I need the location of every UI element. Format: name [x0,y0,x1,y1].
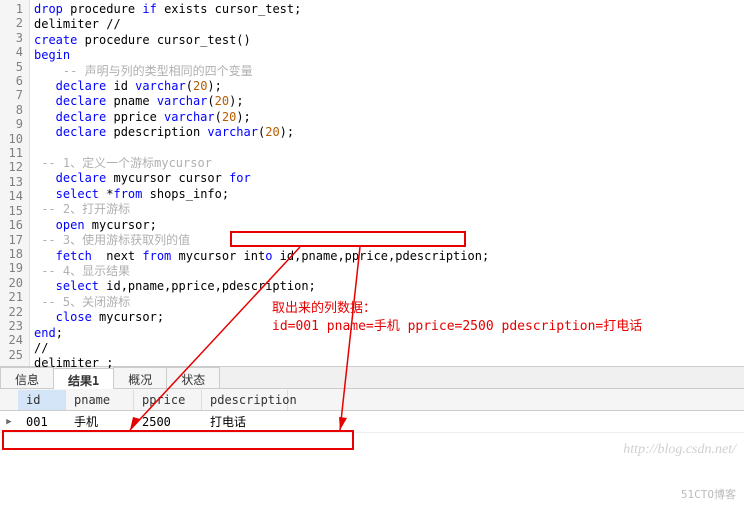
cell-pprice[interactable]: 2500 [134,412,202,432]
watermark-brand: 51CTO博客 [681,486,736,502]
result-grid: id pname pprice pdescription ▶ 001 手机 25… [0,389,744,433]
tab-info[interactable]: 信息 [0,367,54,388]
annotation-line1: 取出来的列数据： [272,300,642,318]
line-num: 16 [0,218,23,232]
line-num: 5 [0,60,23,74]
line-num: 23 [0,319,23,333]
line-num: 19 [0,261,23,275]
line-num: 25 [0,348,23,362]
line-num: 15 [0,204,23,218]
line-num: 1 [0,2,23,16]
result-tabs: 信息 结果1 概况 状态 [0,367,744,389]
line-num: 6 [0,74,23,88]
grid-header-pname[interactable]: pname [66,390,134,410]
line-num: 21 [0,290,23,304]
grid-header-pdescription[interactable]: pdescription [202,390,288,410]
line-num-fold[interactable]: 4 [0,45,23,59]
line-num: 3 [0,31,23,45]
cell-id[interactable]: 001 [18,412,66,432]
line-num: 8 [0,103,23,117]
line-gutter: 1 2 3 4 5 6 7 8 9 10 11 12 13 14 15 16 1… [0,0,30,366]
highlight-box-row [2,430,354,450]
watermark-url: http://blog.csdn.net/ [623,442,736,458]
line-num: 17 [0,233,23,247]
grid-header-id[interactable]: id [18,390,66,410]
annotation-line2: id=001 pname=手机 pprice=2500 pdescription… [272,318,642,336]
line-num: 14 [0,189,23,203]
line-num: 7 [0,88,23,102]
tab-profile[interactable]: 概况 [113,367,167,388]
line-num: 22 [0,305,23,319]
line-num: 20 [0,276,23,290]
grid-header: id pname pprice pdescription [0,389,744,411]
line-num: 11 [0,146,23,160]
grid-header-pprice[interactable]: pprice [134,390,202,410]
tab-result1[interactable]: 结果1 [53,368,114,389]
line-num: 24 [0,333,23,347]
line-num: 12 [0,160,23,174]
line-num: 18 [0,247,23,261]
line-num: 9 [0,117,23,131]
highlight-box-fetch [230,231,466,247]
line-num: 10 [0,132,23,146]
line-num: 13 [0,175,23,189]
line-num: 2 [0,16,23,30]
row-indicator-icon: ▶ [0,417,18,427]
tab-status[interactable]: 状态 [166,367,220,388]
annotation-text: 取出来的列数据： id=001 pname=手机 pprice=2500 pde… [272,300,642,336]
